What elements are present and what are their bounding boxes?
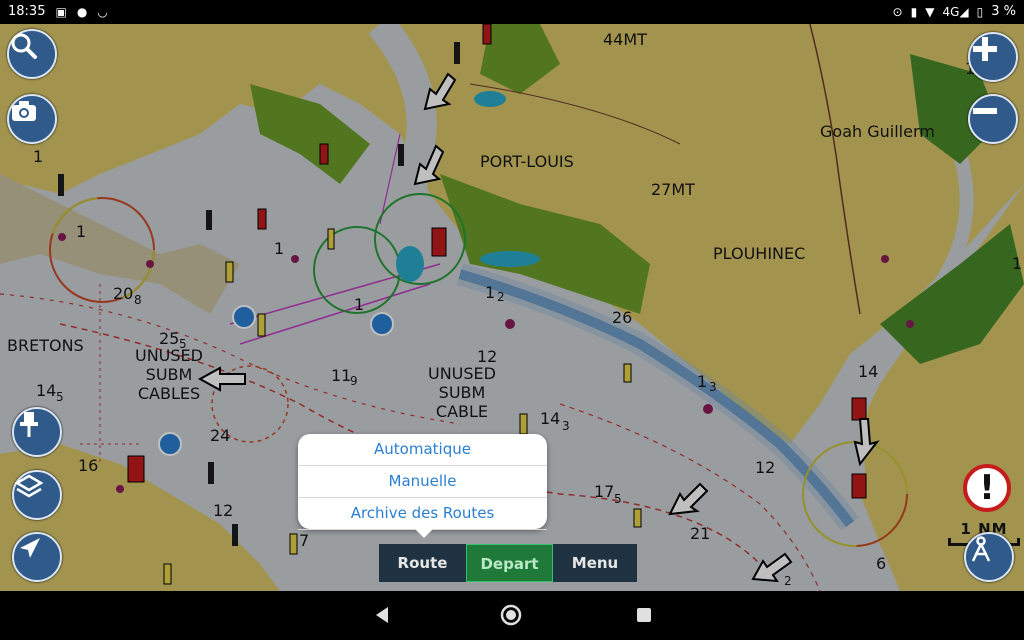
depth-sounding: 24 <box>210 426 231 445</box>
anchor-alarm-button[interactable] <box>964 532 1014 582</box>
layers-icon <box>14 474 44 498</box>
pushpin-icon <box>20 412 38 437</box>
location-icon: ⊙ <box>892 4 903 19</box>
depth-sounding: 16 <box>78 456 99 475</box>
depth-sounding: 1 <box>274 239 285 258</box>
depth-sounding: 3 <box>709 380 717 394</box>
search-icon <box>11 33 37 59</box>
camera-icon <box>12 101 36 121</box>
alert-button[interactable]: ! <box>963 464 1011 512</box>
search-button[interactable] <box>7 29 57 79</box>
camera-button[interactable] <box>7 94 57 144</box>
clock: 18:35 <box>8 4 46 19</box>
depart-tab[interactable]: Depart <box>466 544 553 582</box>
bottom-tab-bar: Route Depart Menu <box>379 544 637 582</box>
depth-sounding: 25 <box>159 329 180 348</box>
area-label-line: CABLE <box>435 402 489 421</box>
depth-sounding: 26 <box>612 308 633 327</box>
battery-level: 3 % <box>991 4 1016 19</box>
vibrate-icon: ▮ <box>910 4 918 19</box>
status-bar: 18:35 ▣ ● ◡ ⊙ ▮ ▼ 4G◢ ▯ 3 % <box>0 0 1024 24</box>
depth-sounding: 1 <box>697 372 708 391</box>
navigation-button[interactable] <box>12 532 62 582</box>
popup-tail <box>414 528 434 538</box>
depth-sounding: 1 <box>76 222 87 241</box>
area-label-line: SUBM <box>145 365 193 384</box>
depth-sounding: 6 <box>876 554 887 573</box>
zoom-in-button[interactable] <box>968 32 1018 82</box>
depth-sounding: 3 <box>562 419 570 433</box>
minus-icon <box>973 108 997 114</box>
depth-sounding: 12 <box>213 501 234 520</box>
depth-sounding: 1 <box>1012 254 1023 273</box>
map-label: 27MT <box>651 180 695 199</box>
depth-sounding: 8 <box>134 293 142 307</box>
map-label: PLOUHINEC <box>713 244 806 263</box>
route-automatic-item[interactable]: Automatique <box>298 434 547 466</box>
depth-sounding: 11 <box>331 366 352 385</box>
area-label-line: SUBM <box>438 383 486 402</box>
navigation-arrow-icon <box>20 538 40 558</box>
depth-sounding: 5 <box>179 337 187 351</box>
smile-icon: ◡ <box>97 4 108 19</box>
depth-sounding: 21 <box>690 524 711 543</box>
network-label: 4G <box>942 4 960 19</box>
depth-sounding: 7 <box>299 531 310 550</box>
depth-sounding: 9 <box>350 374 358 388</box>
menu-tab[interactable]: Menu <box>553 544 637 582</box>
depth-sounding: 1 <box>485 283 496 302</box>
depth-sounding: 2 <box>497 290 505 304</box>
nautical-chart-map[interactable]: 44MT PORT-LOUIS 27MT PLOUHINEC Goah Guil… <box>0 24 1024 591</box>
exclamation-icon: ! <box>979 468 995 508</box>
compass-icon <box>971 536 991 562</box>
depth-sounding: 5 <box>56 390 64 404</box>
route-tab[interactable]: Route <box>379 544 466 582</box>
map-label: 44MT <box>603 30 647 49</box>
depth-sounding: 5 <box>614 492 622 506</box>
map-label: BRETONS <box>7 336 84 355</box>
image-icon: ▣ <box>55 4 67 19</box>
location-pin-icon: ● <box>76 4 88 19</box>
wifi-icon: ▼ <box>925 4 935 19</box>
depth-sounding: 14 <box>36 381 57 400</box>
depth-sounding: 20 <box>113 284 134 303</box>
plus-icon <box>973 37 997 61</box>
depth-sounding: 17 <box>594 482 615 501</box>
map-label: PORT-LOUIS <box>480 152 574 171</box>
recents-icon[interactable] <box>632 603 656 627</box>
depth-sounding: 1 <box>33 147 44 166</box>
battery-icon: ▯ <box>976 4 984 19</box>
depth-sounding: 1 <box>354 295 365 314</box>
route-manual-item[interactable]: Manuelle <box>298 466 547 498</box>
area-label-line: CABLES <box>137 384 201 403</box>
map-label: Goah Guillerm <box>820 122 935 141</box>
area-label: UNUSED SUBM CABLE <box>428 364 496 421</box>
zoom-out-button[interactable] <box>968 94 1018 144</box>
route-popup-menu: Automatique Manuelle Archive des Routes <box>298 434 547 538</box>
waypoint-pin-button[interactable] <box>12 407 62 457</box>
back-icon[interactable] <box>370 603 394 627</box>
area-label-line: UNUSED <box>135 346 203 365</box>
route-archive-item[interactable]: Archive des Routes <box>298 498 547 530</box>
depth-sounding: 12 <box>755 458 776 477</box>
area-label-line: UNUSED <box>428 364 496 383</box>
system-navigation-bar <box>0 591 1024 640</box>
depth-sounding: 14 <box>858 362 879 381</box>
home-icon[interactable] <box>499 603 523 627</box>
depth-sounding: 14 <box>540 409 561 428</box>
layers-button[interactable] <box>12 470 62 520</box>
area-label: UNUSED SUBM CABLES <box>135 346 203 403</box>
signal-4g-icon: 4G◢ <box>942 4 969 19</box>
depth-sounding: 2 <box>784 574 792 588</box>
depth-sounding: 12 <box>477 347 498 366</box>
